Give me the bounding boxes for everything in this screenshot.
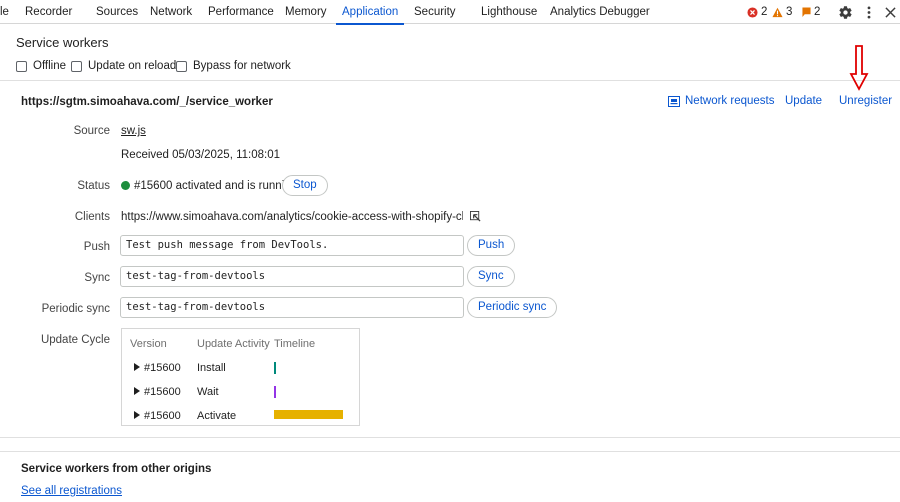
- tab-memory[interactable]: Memory: [285, 0, 327, 24]
- tab-application[interactable]: Application: [335, 0, 405, 25]
- status-text: #15600 activated and is running: [134, 180, 298, 192]
- offline-checkbox[interactable]: Offline: [16, 60, 66, 72]
- column-header-timeline: Timeline: [274, 338, 316, 350]
- expand-triangle-icon[interactable]: [134, 363, 140, 371]
- row-version: #15600: [144, 362, 181, 374]
- push-label: Push: [83, 241, 110, 253]
- row-version: #15600: [144, 410, 181, 422]
- network-requests-icon: [668, 95, 680, 107]
- table-row[interactable]: #15600 Install: [122, 359, 359, 379]
- focus-client-icon[interactable]: [470, 211, 481, 222]
- clients-label: Clients: [74, 211, 110, 223]
- devtools-tab-bar: le Recorder Sources Network Performance …: [0, 0, 900, 25]
- expand-triangle-icon[interactable]: [134, 387, 140, 395]
- status-label: Status: [77, 180, 110, 192]
- sync-label: Sync: [84, 272, 110, 284]
- row-activity: Install: [197, 362, 226, 374]
- periodic-sync-label: Periodic sync: [41, 303, 110, 315]
- row-activity: Wait: [197, 386, 219, 398]
- wait-timeline-bar: [274, 386, 276, 398]
- push-button[interactable]: Push: [467, 235, 516, 256]
- warning-counter[interactable]: 3: [772, 5, 792, 19]
- periodic-sync-tag-input[interactable]: test-tag-from-devtools: [120, 297, 464, 318]
- bypass-for-network-checkbox-box[interactable]: [176, 60, 187, 72]
- activate-timeline-bar: [274, 410, 343, 419]
- tab-console-truncated[interactable]: le: [0, 0, 9, 24]
- status-running-dot: [121, 181, 130, 190]
- tab-performance[interactable]: Performance: [208, 0, 274, 24]
- install-timeline-bar: [274, 362, 276, 374]
- expand-triangle-icon[interactable]: [134, 411, 140, 419]
- tab-sources[interactable]: Sources: [96, 0, 138, 24]
- error-count: 2: [761, 6, 768, 18]
- issue-flag-icon: [802, 7, 811, 17]
- tab-recorder[interactable]: Recorder: [25, 0, 72, 24]
- issues-counter[interactable]: 2: [802, 5, 820, 19]
- offline-label: Offline: [33, 60, 67, 72]
- column-header-version: Version: [130, 338, 167, 350]
- update-link[interactable]: Update: [785, 95, 822, 107]
- update-on-reload-checkbox[interactable]: Update on reload: [71, 60, 176, 72]
- section-divider: [0, 451, 900, 452]
- more-vert-icon[interactable]: [861, 4, 877, 20]
- table-row[interactable]: #15600 Activate: [122, 407, 359, 427]
- received-timestamp: Received 05/03/2025, 11:08:01: [121, 149, 280, 161]
- bypass-for-network-label: Bypass for network: [193, 60, 291, 72]
- row-version: #15600: [144, 386, 181, 398]
- column-header-update-activity: Update Activity: [197, 338, 270, 350]
- sync-tag-input[interactable]: test-tag-from-devtools: [120, 266, 464, 287]
- close-icon[interactable]: [882, 4, 898, 20]
- row-activity: Activate: [197, 410, 237, 422]
- offline-checkbox-box[interactable]: [16, 60, 27, 72]
- tab-lighthouse[interactable]: Lighthouse: [481, 0, 537, 24]
- service-workers-title: Service workers: [16, 35, 109, 50]
- source-file-link[interactable]: sw.js: [121, 125, 146, 137]
- push-data-input[interactable]: Test push message from DevTools.: [120, 235, 464, 256]
- annotation-arrow-icon: [849, 45, 869, 91]
- tab-network[interactable]: Network: [150, 0, 192, 24]
- other-origins-title: Service workers from other origins: [21, 463, 212, 475]
- update-on-reload-label: Update on reload: [88, 60, 177, 72]
- update-cycle-table: Version Update Activity Timeline #15600 …: [121, 328, 360, 426]
- issues-count: 2: [814, 6, 821, 18]
- stop-button[interactable]: Stop: [282, 175, 328, 196]
- table-row[interactable]: #15600 Wait: [122, 383, 359, 403]
- status-value: #15600 activated and is running: [121, 180, 297, 192]
- warning-count: 3: [786, 6, 793, 18]
- bypass-for-network-checkbox[interactable]: Bypass for network: [176, 60, 291, 72]
- error-icon: [747, 6, 758, 18]
- source-label: Source: [73, 125, 110, 137]
- network-requests-label[interactable]: Network requests: [685, 95, 774, 107]
- section-divider: [0, 80, 900, 81]
- periodic-sync-button[interactable]: Periodic sync: [467, 297, 558, 318]
- error-counter[interactable]: 2: [747, 5, 767, 19]
- unregister-link[interactable]: Unregister: [839, 95, 892, 107]
- tab-security[interactable]: Security: [414, 0, 456, 24]
- gear-icon[interactable]: [837, 4, 853, 20]
- see-all-registrations-link[interactable]: See all registrations: [21, 485, 122, 497]
- network-requests-link[interactable]: Network requests: [668, 95, 774, 107]
- update-cycle-label: Update Cycle: [40, 334, 110, 346]
- update-on-reload-checkbox-box[interactable]: [71, 60, 82, 72]
- section-divider: [0, 437, 900, 438]
- sync-button[interactable]: Sync: [467, 266, 515, 287]
- client-url: https://www.simoahava.com/analytics/cook…: [121, 211, 463, 223]
- warning-icon: [772, 7, 783, 17]
- tab-analytics-debugger[interactable]: Analytics Debugger: [550, 0, 650, 24]
- worker-origin: https://sgtm.simoahava.com/_/service_wor…: [21, 96, 273, 108]
